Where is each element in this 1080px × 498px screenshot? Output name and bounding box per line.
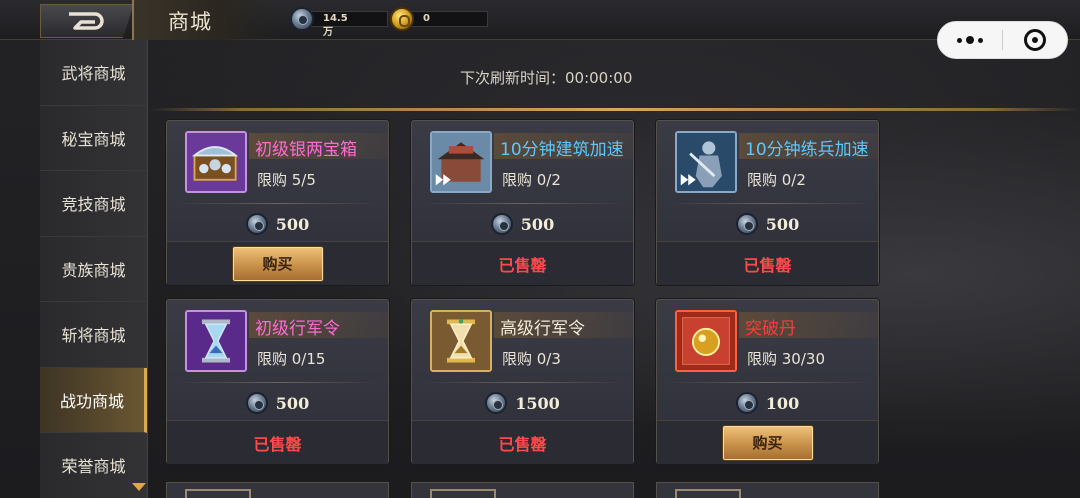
purchase-limit: 限购 30/30 bbox=[747, 350, 825, 368]
sidebar-item-slay-shop[interactable]: 斩将商城 bbox=[40, 302, 147, 368]
silver-coin-icon bbox=[245, 213, 268, 235]
sidebar-item-label: 斩将商城 bbox=[61, 326, 126, 346]
price-value: 500 bbox=[275, 393, 310, 413]
price-value: 500 bbox=[275, 214, 310, 234]
top-bar: 商城 14.5万 0 bbox=[0, 0, 1080, 40]
card-action-area: 已售罄 bbox=[167, 420, 388, 464]
purchase-limit: 限购 5/5 bbox=[257, 171, 316, 189]
sold-out-label: 已售罄 bbox=[253, 434, 302, 454]
card-separator bbox=[177, 203, 380, 204]
silver-coin-icon bbox=[490, 213, 513, 235]
silver-coin-icon bbox=[485, 392, 508, 414]
item-price: 500 bbox=[167, 392, 388, 414]
breakthrough-pill-icon[interactable] bbox=[675, 310, 737, 372]
card-action-area: 已售罄 bbox=[412, 241, 633, 285]
shop-item-card: 初级银两宝箱 限购 5/5 500 购买 bbox=[166, 120, 389, 285]
purchase-limit: 限购 0/2 bbox=[747, 171, 806, 189]
gold-divider bbox=[150, 108, 1080, 111]
miniprogram-capsule bbox=[937, 21, 1068, 59]
back-button[interactable] bbox=[40, 4, 134, 38]
dot-icon bbox=[966, 36, 974, 44]
back-arrow-icon bbox=[69, 12, 104, 30]
card-separator bbox=[667, 203, 870, 204]
sold-out-label: 已售罄 bbox=[498, 434, 547, 454]
item-price: 1500 bbox=[412, 392, 633, 414]
price-value: 500 bbox=[765, 214, 800, 234]
silver-coin-icon bbox=[735, 213, 758, 235]
next-row-card bbox=[411, 482, 634, 498]
shop-item-card: 10分钟建筑加速 限购 0/2 500 已售罄 bbox=[411, 120, 634, 285]
buy-button[interactable]: 购买 bbox=[721, 424, 814, 461]
item-name: 高级行军令 bbox=[500, 319, 585, 339]
item-price: 500 bbox=[412, 213, 633, 235]
sidebar-item-label: 秘宝商城 bbox=[61, 129, 126, 149]
sold-out-label: 已售罄 bbox=[743, 255, 792, 275]
price-value: 500 bbox=[520, 214, 555, 234]
close-circle-icon bbox=[1023, 29, 1046, 51]
scroll-down-arrow-icon[interactable] bbox=[132, 483, 146, 491]
page-title: 商城 bbox=[168, 10, 212, 34]
sidebar-item-noble-shop[interactable]: 贵族商城 bbox=[40, 237, 147, 302]
dot-icon bbox=[957, 37, 962, 43]
dot-icon bbox=[978, 37, 983, 43]
sidebar-item-merit-shop[interactable]: 战功商城 bbox=[40, 367, 147, 433]
sidebar-item-general-shop[interactable]: 武将商城 bbox=[40, 40, 147, 106]
card-action-area: 已售罄 bbox=[412, 420, 633, 464]
purchase-limit: 限购 0/2 bbox=[502, 171, 561, 189]
card-separator bbox=[422, 203, 625, 204]
sidebar-item-arena-shop[interactable]: 竞技商城 bbox=[40, 171, 147, 237]
price-value: 1500 bbox=[515, 393, 560, 413]
card-separator bbox=[422, 382, 625, 383]
card-action-area: 已售罄 bbox=[657, 241, 878, 285]
hourglass-gold-icon[interactable] bbox=[430, 310, 492, 372]
training-speedup-icon[interactable] bbox=[675, 131, 737, 193]
shop-item-card: 突破丹 限购 30/30 100 购买 bbox=[656, 299, 879, 464]
buy-button[interactable]: 购买 bbox=[231, 245, 324, 282]
close-button[interactable] bbox=[1003, 29, 1067, 51]
card-separator bbox=[177, 382, 380, 383]
gold-coin-icon bbox=[390, 7, 414, 31]
card-separator bbox=[667, 382, 870, 383]
item-name: 初级银两宝箱 bbox=[255, 140, 357, 160]
building-speedup-icon[interactable] bbox=[430, 131, 492, 193]
shop-item-card: 高级行军令 限购 0/3 1500 已售罄 bbox=[411, 299, 634, 464]
sidebar-item-treasure-shop[interactable]: 秘宝商城 bbox=[40, 106, 147, 171]
silver-coin-icon bbox=[245, 392, 268, 414]
item-name: 初级行军令 bbox=[255, 319, 340, 339]
item-name: 10分钟建筑加速 bbox=[500, 140, 624, 160]
item-price: 500 bbox=[167, 213, 388, 235]
next-row-card bbox=[656, 482, 879, 498]
sidebar-item-label: 荣誉商城 bbox=[61, 457, 126, 477]
sidebar-item-honor-shop[interactable]: 荣誉商城 bbox=[40, 433, 147, 498]
item-price: 100 bbox=[657, 392, 878, 414]
card-action-area: 购买 bbox=[657, 420, 878, 464]
more-menu-button[interactable] bbox=[938, 36, 1002, 44]
item-name: 突破丹 bbox=[745, 319, 796, 339]
sold-out-label: 已售罄 bbox=[498, 255, 547, 275]
gold-currency: 0 bbox=[390, 7, 488, 31]
item-price: 500 bbox=[657, 213, 878, 235]
shop-sidebar: 武将商城 秘宝商城 竞技商城 贵族商城 斩将商城 战功商城 荣誉商城 bbox=[40, 40, 148, 498]
silver-chest-icon[interactable] bbox=[185, 131, 247, 193]
sidebar-item-label: 竞技商城 bbox=[61, 195, 126, 215]
price-value: 100 bbox=[765, 393, 800, 413]
sidebar-item-label: 贵族商城 bbox=[61, 260, 126, 280]
refresh-timer: 下次刷新时间：00:00:00 bbox=[460, 69, 633, 87]
shop-item-card: 10分钟练兵加速 限购 0/2 500 已售罄 bbox=[656, 120, 879, 285]
sidebar-item-label: 武将商城 bbox=[61, 64, 126, 84]
card-action-area: 购买 bbox=[167, 241, 388, 285]
hourglass-purple-icon[interactable] bbox=[185, 310, 247, 372]
silver-coin-icon bbox=[290, 7, 314, 31]
purchase-limit: 限购 0/3 bbox=[502, 350, 561, 368]
next-row-card bbox=[166, 482, 389, 498]
silver-currency: 14.5万 bbox=[290, 7, 388, 38]
silver-coin-icon bbox=[735, 392, 758, 414]
purchase-limit: 限购 0/15 bbox=[257, 350, 326, 368]
item-name: 10分钟练兵加速 bbox=[745, 140, 869, 160]
sidebar-item-label: 战功商城 bbox=[59, 391, 124, 411]
shop-item-card: 初级行军令 限购 0/15 500 已售罄 bbox=[166, 299, 389, 464]
